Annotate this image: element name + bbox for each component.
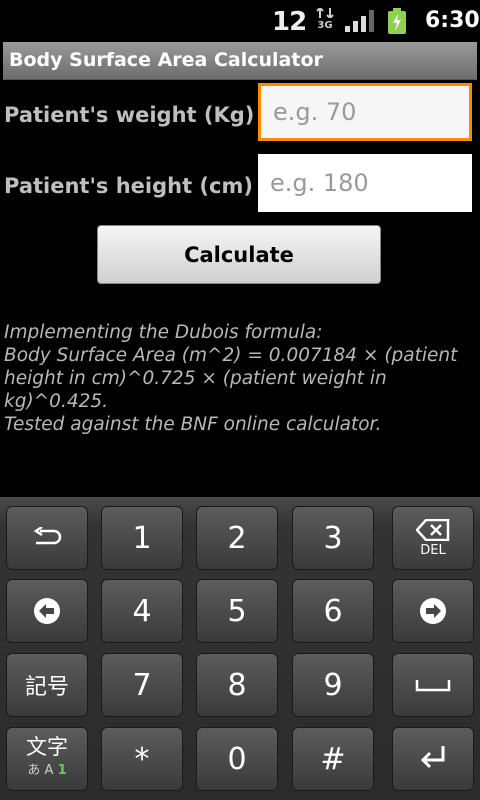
key-star[interactable]: * xyxy=(101,727,183,791)
title-bar: Body Surface Area Calculator xyxy=(3,42,477,80)
battery-charging-icon xyxy=(388,8,406,34)
arrow-left-icon xyxy=(34,598,60,624)
enter-icon xyxy=(420,746,445,769)
input-mode-sub: あ A 1 xyxy=(27,759,66,783)
enter-key[interactable] xyxy=(392,727,474,791)
soft-keyboard: 1 2 3 DEL 4 5 6 記号 7 8 9 文字 あ A 1 * 0 # xyxy=(0,497,480,800)
undo-key[interactable] xyxy=(6,506,88,570)
cursor-right-key[interactable] xyxy=(392,579,474,643)
key-8[interactable]: 8 xyxy=(196,653,278,717)
status-time: 6:30 xyxy=(425,8,480,33)
network-3g-icon: 3G xyxy=(316,6,334,31)
formula-description: Implementing the Dubois formula: Body Su… xyxy=(4,321,476,436)
notification-count: 12 xyxy=(272,7,307,37)
description-line: Body Surface Area (m^2) = 0.007184 × (pa… xyxy=(4,345,458,412)
signal-strength-icon xyxy=(345,10,374,32)
input-mode-kana: あ A xyxy=(27,763,54,778)
space-key[interactable] xyxy=(392,653,474,717)
undo-icon xyxy=(33,527,62,545)
input-mode-label: 文字 xyxy=(26,735,68,759)
key-9[interactable]: 9 xyxy=(292,653,374,717)
delete-key-label: DEL xyxy=(420,542,446,558)
key-5[interactable]: 5 xyxy=(196,579,278,643)
network-type: 3G xyxy=(317,20,333,31)
description-line: Implementing the Dubois formula: xyxy=(4,322,323,343)
key-3[interactable]: 3 xyxy=(292,506,374,570)
arrow-right-icon xyxy=(420,598,446,624)
key-hash[interactable]: # xyxy=(292,727,374,791)
key-4[interactable]: 4 xyxy=(101,579,183,643)
key-2[interactable]: 2 xyxy=(196,506,278,570)
space-icon xyxy=(415,680,451,692)
weight-label: Patient's weight (Kg) xyxy=(4,103,255,127)
height-label: Patient's height (cm) xyxy=(4,174,253,198)
height-input[interactable] xyxy=(258,154,472,212)
symbols-key[interactable]: 記号 xyxy=(6,653,88,717)
calculate-button[interactable]: Calculate xyxy=(97,225,381,284)
key-0[interactable]: 0 xyxy=(196,727,278,791)
input-mode-key[interactable]: 文字 あ A 1 xyxy=(6,727,88,791)
key-1[interactable]: 1 xyxy=(101,506,183,570)
app-title: Body Surface Area Calculator xyxy=(9,49,323,71)
key-7[interactable]: 7 xyxy=(101,653,183,717)
input-mode-num: 1 xyxy=(57,763,67,778)
backspace-icon xyxy=(416,518,450,541)
description-line: Tested against the BNF online calculator… xyxy=(4,414,382,435)
key-6[interactable]: 6 xyxy=(292,579,374,643)
weight-input[interactable] xyxy=(258,83,472,141)
cursor-left-key[interactable] xyxy=(6,579,88,643)
status-bar: 12 3G 6:30 xyxy=(0,0,480,38)
delete-key[interactable]: DEL xyxy=(392,506,474,570)
